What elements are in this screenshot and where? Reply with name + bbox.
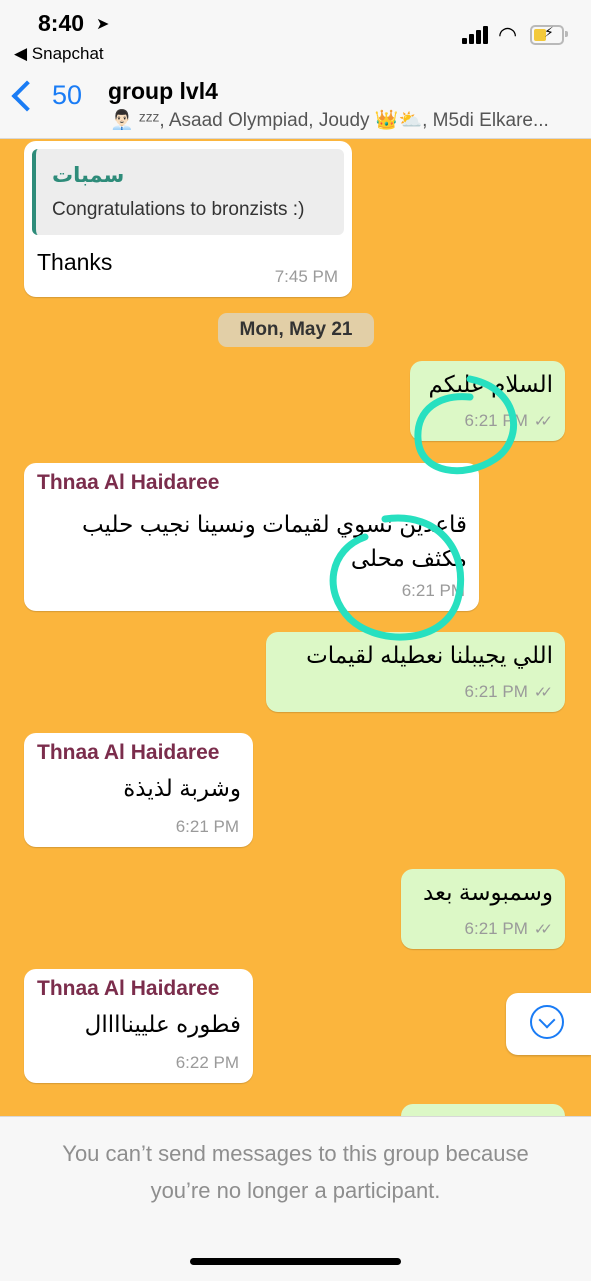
message-bubble[interactable]: اللي يجيبلنا نعطيله لقيمات 6:21 PM ✓✓ [266,632,565,712]
message-bubble[interactable]: سمبات Congratulations to bronzists :) Th… [24,141,352,297]
message-bubble[interactable]: السلام عليكم 6:21 PM ✓✓ [410,361,565,441]
back-count: 50 [52,80,83,110]
quoted-message[interactable]: سمبات Congratulations to bronzists :) [32,149,344,235]
quote-sender: سمبات [52,164,125,187]
wifi-icon: ◠ [498,22,518,47]
message-bubble[interactable]: Thnaa Al Haidaree وشربة لذيذة 6:21 PM [24,733,253,847]
sender-name: Thnaa Al Haidaree [37,471,220,494]
message-bubble[interactable]: Thnaa Al Haidaree قاعدين نسوي لقيمات ونس… [24,463,479,611]
message-text: وسمبوسة بعد [422,879,553,905]
not-participant-notice: You can’t send messages to this group be… [62,1141,529,1203]
message-text: قاعدين نسوي لقيمات ونسينا نجيب حليب مكثف… [81,511,467,571]
message-time: 6:21 PM [401,581,465,600]
scroll-down-button[interactable] [506,993,591,1055]
group-title[interactable]: group lvl4 [108,78,218,105]
location-arrow-icon: ➤ [96,16,110,33]
message-time: 6:21 PM [464,411,528,430]
message-time: 7:45 PM [274,267,338,286]
footer: You can’t send messages to this group be… [0,1116,591,1281]
message-text: اللي يجيبلنا نعطيله لقيمات [306,642,553,668]
header: 8:40 ➤ ◀ Snapchat ◠ ⚡ 50 group lvl4 👨🏻‍💼… [0,0,591,139]
double-check-icon: ✓✓ [533,413,553,430]
message-meta: 6:21 PM ✓✓ [464,411,554,431]
message-text: السلام عليكم [428,371,553,397]
scroll-down-icon [530,1005,564,1039]
message-bubble-partial[interactable] [401,1104,565,1116]
quote-text: Congratulations to bronzists :) [52,199,305,220]
message-meta: 6:21 PM ✓✓ [464,682,554,702]
sender-name: Thnaa Al Haidaree [37,977,220,1000]
message-text: وشربة لذيذة [123,775,241,801]
message-meta: 6:21 PM [402,581,465,601]
message-time: 6:21 PM [464,682,528,701]
message-meta: 6:22 PM [176,1053,239,1073]
message-text: Thanks [37,249,113,275]
message-time: 6:21 PM [464,919,528,938]
signal-icon [462,26,492,44]
sender-name: Thnaa Al Haidaree [37,741,220,764]
message-time: 6:21 PM [175,817,239,836]
back-to-app-link[interactable]: ◀ Snapchat [14,44,104,64]
message-bubble[interactable]: Thnaa Al Haidaree فطوره علييناااال 6:22 … [24,969,253,1083]
message-meta: 7:45 PM [275,267,338,287]
date-separator: Mon, May 21 [218,313,374,347]
chat-area[interactable]: سمبات Congratulations to bronzists :) Th… [0,139,591,1116]
message-bubble[interactable]: وسمبوسة بعد 6:21 PM ✓✓ [401,869,565,949]
home-indicator[interactable] [190,1258,401,1265]
message-time: 6:22 PM [175,1053,239,1072]
message-meta: 6:21 PM ✓✓ [464,919,554,939]
back-chevron-icon [11,79,43,112]
group-members[interactable]: 👨🏻‍💼 ᶻᶻᶻ, Asaad Olympiad, Joudy 👑⛅, M5di… [110,108,580,132]
message-text: فطوره علييناااال [84,1011,241,1037]
battery-tip [565,31,568,37]
message-meta: 6:21 PM [176,817,239,837]
battery-icon: ⚡ [530,24,564,45]
back-button[interactable]: 50 [10,79,83,112]
double-check-icon: ✓✓ [533,684,553,701]
double-check-icon: ✓✓ [533,921,553,938]
status-time: 8:40 [38,10,85,36]
